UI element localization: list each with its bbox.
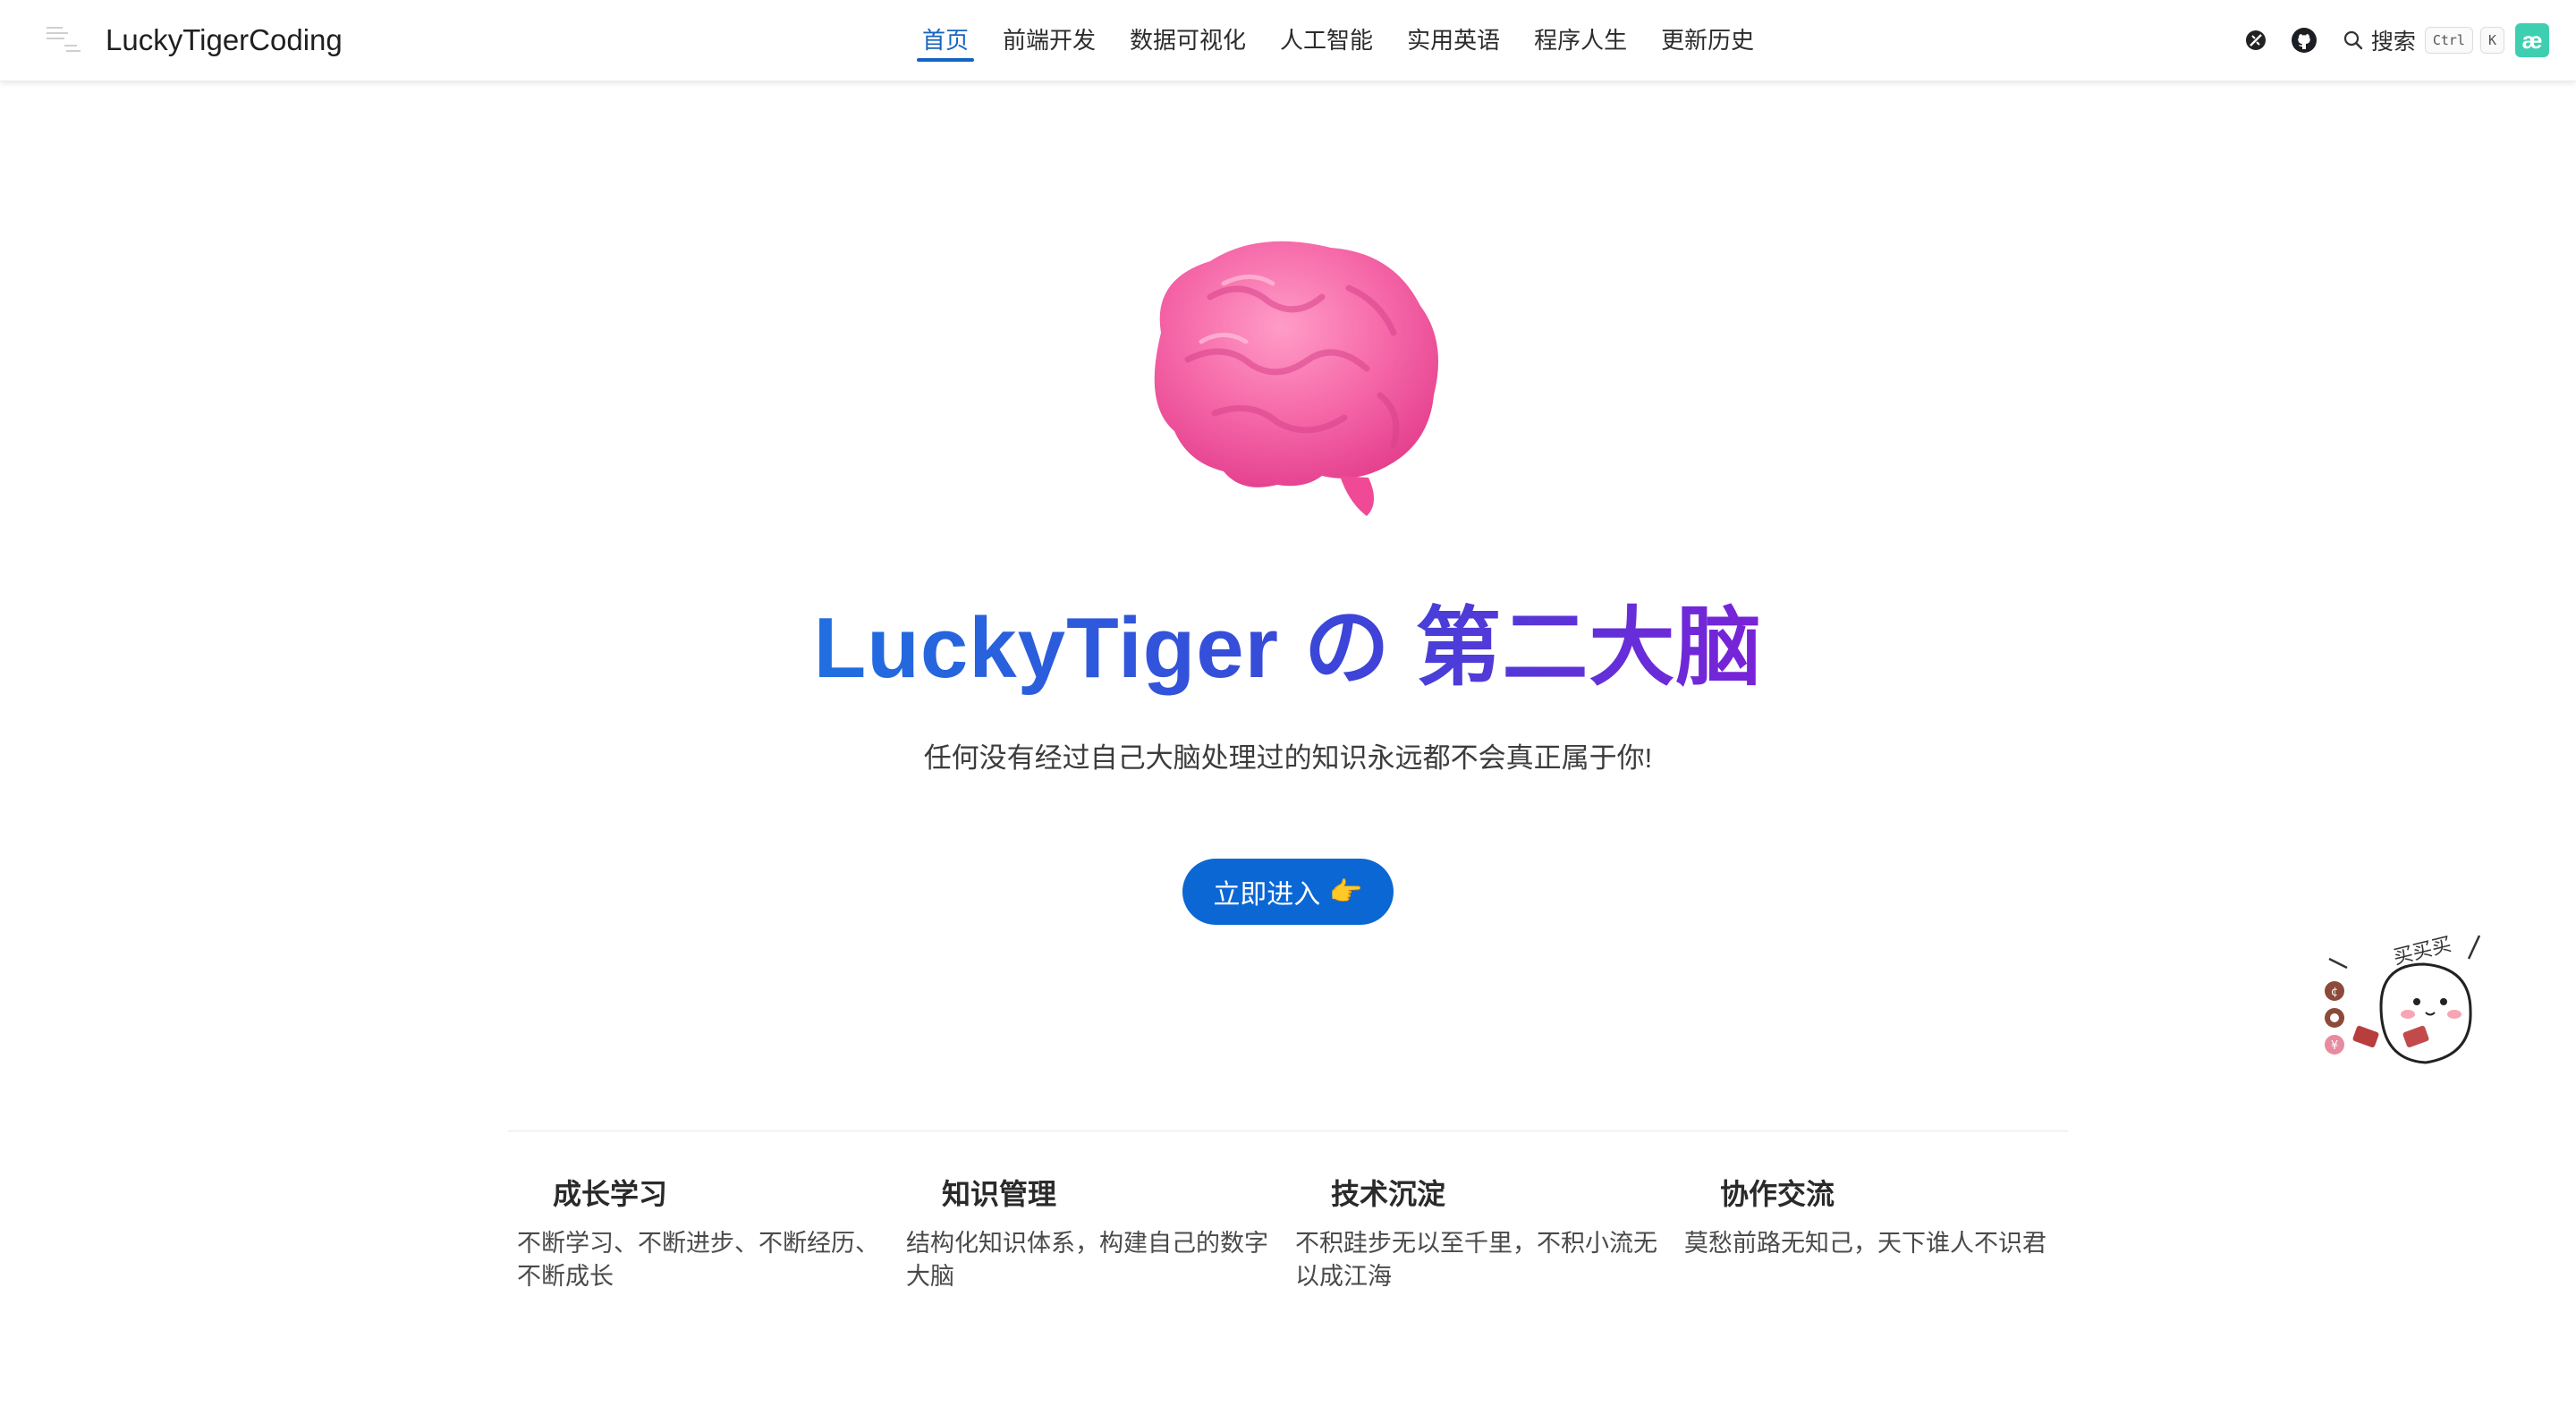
feature-card: 协作交流 莫愁前路无知己，天下谁人不识君 [1684, 1172, 2051, 1260]
ae-logo-icon[interactable]: æ [2515, 23, 2549, 57]
feature-description: 莫愁前路无知己，天下谁人不识君 [1684, 1230, 2046, 1257]
nav-item-changelog[interactable]: 更新历史 [1656, 0, 1759, 80]
brand-link[interactable]: LuckyTigerCoding [47, 21, 343, 59]
nav-item-frontend[interactable]: 前端开发 [997, 0, 1101, 80]
nav-item-home[interactable]: 首页 [917, 0, 975, 80]
feature-title: 协作交流 [1720, 1178, 1835, 1210]
search-label: 搜索 [2370, 30, 2416, 55]
feature-title: 成长学习 [553, 1178, 668, 1210]
pointing-hand-icon: 👉 [1329, 877, 1363, 907]
nav-item-data-visualization[interactable]: 数据可视化 [1124, 0, 1251, 80]
site-name: LuckyTigerCoding [106, 23, 343, 56]
hero-tagline: 任何没有经过自己大脑处理过的知识永远都不会真正属于你! [923, 742, 1653, 774]
svg-text:¢: ¢ [2331, 986, 2338, 999]
shortcut-key-k: K [2479, 27, 2504, 54]
shortcut-key-ctrl: Ctrl [2424, 27, 2473, 54]
brain-icon [1154, 241, 1438, 516]
feature-title: 知识管理 [942, 1178, 1057, 1210]
feature-title: 技术沉淀 [1331, 1178, 1446, 1210]
main-menu: 首页 前端开发 数据可视化 人工智能 实用英语 程序人生 更新历史 [905, 0, 1771, 80]
feature-description: 不断学习、不断进步、不断经历、不断成长 [517, 1230, 879, 1290]
enter-button[interactable]: 立即进入 👉 [1182, 859, 1394, 925]
nav-tools: 搜索 Ctrl K æ [2223, 0, 2549, 80]
nav-item-ai[interactable]: 人工智能 [1275, 0, 1378, 80]
feature-description: 不积跬步无以至千里，不积小流无以成江海 [1295, 1230, 1657, 1290]
theme-toggle-icon[interactable] [2241, 25, 2271, 55]
feature-card: 知识管理 结构化知识体系，构建自己的数字大脑 [906, 1172, 1273, 1293]
feature-card: 成长学习 不断学习、不断进步、不断经历、不断成长 [517, 1172, 884, 1293]
hero-title: LuckyTiger の 第二大脑 [813, 600, 1763, 696]
search-button[interactable]: 搜索 Ctrl K [2343, 24, 2512, 56]
nav-item-programmer-life[interactable]: 程序人生 [1529, 0, 1632, 80]
nav-item-english[interactable]: 实用英语 [1402, 0, 1505, 80]
github-icon[interactable] [2289, 25, 2319, 55]
mascot-sticker: 买买买 ¢ ¥ [2325, 934, 2481, 1064]
site-logo-icon [47, 21, 86, 59]
search-icon [2343, 30, 2363, 50]
feature-card: 技术沉淀 不积跬步无以至千里，不积小流无以成江海 [1295, 1172, 1662, 1293]
enter-button-label: 立即进入 [1213, 880, 1321, 910]
feature-description: 结构化知识体系，构建自己的数字大脑 [906, 1230, 1268, 1290]
svg-text:¥: ¥ [2331, 1039, 2338, 1053]
top-nav: LuckyTigerCoding 首页 前端开发 数据可视化 人工智能 实用英语… [0, 0, 2576, 81]
